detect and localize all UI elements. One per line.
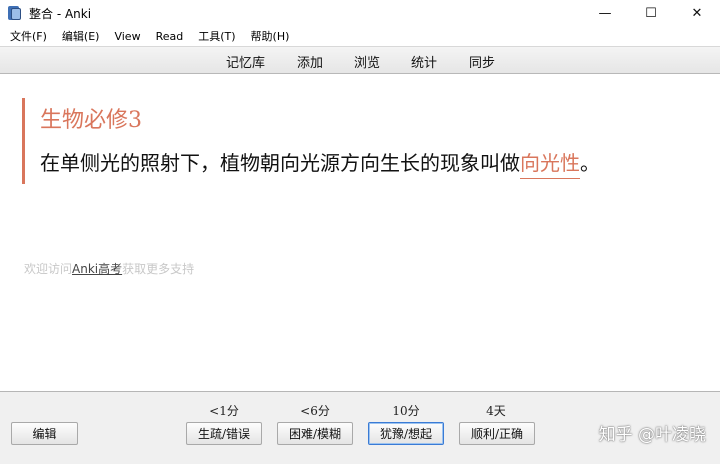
promo-prefix: 欢迎访问	[24, 262, 73, 276]
toolbar-sync[interactable]: 同步	[469, 52, 495, 71]
card-question: 在单侧光的照射下，植物朝向光源方向生长的现象叫做向光性。	[40, 147, 600, 179]
toolbar-decks[interactable]: 记忆库	[226, 52, 265, 71]
edit-button[interactable]: 编辑	[11, 422, 78, 445]
menu-edit[interactable]: 编辑(E)	[56, 28, 106, 44]
menu-tools[interactable]: 工具(T)	[192, 28, 241, 44]
minimize-icon[interactable]: —	[582, 0, 628, 26]
toolbar-stats[interactable]: 统计	[411, 52, 437, 71]
maximize-icon[interactable]: ☐	[628, 0, 674, 26]
interval-hard: <6分	[300, 404, 330, 418]
card-accent-bar	[22, 98, 25, 184]
hard-button[interactable]: 困难/模糊	[277, 422, 353, 445]
again-button[interactable]: 生疏/错误	[186, 422, 262, 445]
card-view: 生物必修3 在单侧光的照射下，植物朝向光源方向生长的现象叫做向光性。 欢迎访问A…	[0, 74, 720, 391]
watermark-text: 知乎 @叶凌晓	[598, 425, 706, 445]
title-bar: 整合 - Anki — ☐ ✕	[0, 0, 720, 26]
card-answer: 向光性	[520, 151, 580, 179]
window-controls: — ☐ ✕	[582, 0, 720, 26]
answer-bar: 编辑 <1分 生疏/错误 <6分 困难/模糊 10分 犹豫/想起 4天 顺利/正…	[0, 391, 720, 464]
menu-file[interactable]: 文件(F)	[4, 28, 53, 44]
toolbar-browse[interactable]: 浏览	[354, 52, 380, 71]
interval-good: 10分	[392, 404, 420, 418]
card-question-text: 在单侧光的照射下，植物朝向光源方向生长的现象叫做	[40, 151, 520, 175]
promo-suffix: 获取更多支持	[122, 262, 195, 276]
window-title: 整合 - Anki	[29, 6, 92, 21]
interval-easy: 4天	[486, 404, 506, 418]
close-icon[interactable]: ✕	[674, 0, 720, 26]
good-button[interactable]: 犹豫/想起	[368, 422, 444, 445]
promo-link[interactable]: Anki高考	[72, 262, 122, 276]
card-question-end: 。	[580, 151, 600, 175]
menu-help[interactable]: 帮助(H)	[245, 28, 296, 44]
menu-bar: 文件(F) 编辑(E) View Read 工具(T) 帮助(H)	[0, 26, 720, 46]
toolbar-add[interactable]: 添加	[297, 52, 323, 71]
menu-read[interactable]: Read	[150, 30, 190, 43]
card-title: 生物必修3	[40, 108, 142, 133]
promo-text: 欢迎访问Anki高考获取更多支持	[24, 260, 194, 277]
anki-app-icon	[8, 5, 22, 21]
easy-button[interactable]: 顺利/正确	[459, 422, 535, 445]
menu-view[interactable]: View	[108, 30, 146, 43]
interval-again: <1分	[209, 404, 239, 418]
main-toolbar: 记忆库 添加 浏览 统计 同步	[0, 46, 720, 74]
